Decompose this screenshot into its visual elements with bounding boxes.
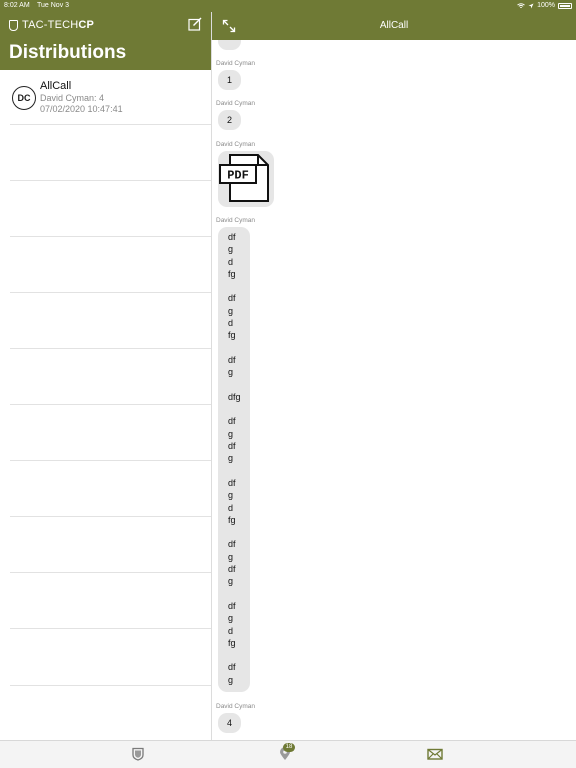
empty-row: [10, 517, 211, 573]
message-line: g: [228, 551, 234, 562]
message-bubble: df g d fg df g d fg df g dfg df g df g df g d fg df g df g df g d…: [218, 227, 250, 692]
message-line: df: [228, 477, 236, 488]
message-line: [228, 465, 250, 477]
message-sender: David Cyman: [216, 217, 256, 224]
conversation-list[interactable]: DC AllCall David Cyman: 4 07/02/2020 10:…: [0, 70, 211, 740]
empty-row: [10, 125, 211, 181]
message-line: g: [228, 305, 234, 316]
message-line: [228, 588, 250, 600]
message-line: d: [228, 256, 234, 267]
message-line: df: [228, 416, 236, 427]
empty-row: [10, 461, 211, 517]
message-line: d: [228, 318, 234, 329]
brand-suffix: CP: [78, 19, 95, 31]
battery-icon: [558, 2, 572, 9]
message-line: d: [228, 502, 234, 513]
message-line: fg: [228, 514, 236, 525]
message-line: [228, 649, 250, 661]
message-sender: David Cyman: [216, 703, 256, 710]
message-line: df: [228, 232, 236, 242]
message-sender: David Cyman: [216, 100, 256, 107]
brand-logo: TAC-TECHCP: [9, 19, 94, 31]
pdf-file-icon: PDF: [219, 154, 269, 202]
wifi-icon: [517, 2, 525, 8]
conversation-preview: David Cyman: 4: [40, 93, 105, 103]
envelope-icon[interactable]: [427, 747, 443, 761]
conversation-item[interactable]: DC AllCall David Cyman: 4 07/02/2020 10:…: [10, 70, 211, 125]
compose-icon[interactable]: [188, 17, 202, 31]
message-line: df: [228, 600, 236, 611]
notification-badge: 18: [283, 743, 295, 752]
message-line: df: [228, 441, 236, 452]
status-right: 100%: [517, 2, 572, 9]
message-line: g: [228, 576, 234, 587]
empty-row: [10, 629, 211, 686]
status-date: Tue Nov 3: [37, 2, 70, 9]
sidebar-header: TAC-TECHCP Distributions: [0, 12, 211, 70]
location-arrow-icon: [528, 3, 534, 8]
message-line: g: [228, 453, 234, 464]
status-bar: 8:02 AM Tue Nov 3 100%: [0, 0, 576, 12]
message-line: df: [228, 293, 236, 304]
message-line: dfg: [228, 391, 241, 402]
message-thread[interactable]: 4 David Cyman 1 David Cyman 2 David Cyma…: [212, 40, 576, 740]
shield-logo-icon: [9, 19, 18, 31]
conversation-timestamp: 07/02/2020 10:47:41: [40, 104, 123, 114]
empty-row: [10, 573, 211, 629]
chat-header: AllCall: [212, 12, 576, 40]
message-line: g: [228, 674, 234, 685]
pdf-attachment[interactable]: PDF: [218, 151, 274, 207]
message-line: [228, 403, 250, 415]
chat-title: AllCall: [379, 20, 409, 31]
message-bubble: 1: [218, 70, 241, 90]
empty-row: [10, 405, 211, 461]
message-line: d: [228, 625, 234, 636]
message-line: fg: [228, 268, 236, 279]
message-bubble: 2: [218, 110, 241, 130]
message-line: [228, 526, 250, 538]
message-line: df: [228, 354, 236, 365]
battery-percent: 100%: [537, 2, 555, 9]
message-sender: David Cyman: [216, 141, 256, 148]
message-line: g: [228, 244, 234, 255]
message-line: [228, 280, 250, 292]
brand-prefix: TAC-TECH: [22, 19, 79, 31]
shield-icon[interactable]: [131, 747, 145, 761]
message-line: df: [228, 564, 236, 575]
message-sender: David Cyman: [216, 60, 256, 67]
empty-row: [10, 293, 211, 349]
empty-row: [10, 237, 211, 293]
pdf-label: PDF: [227, 169, 249, 183]
tab-bar: 18: [0, 740, 576, 768]
message-line: fg: [228, 637, 236, 648]
empty-row: [10, 349, 211, 405]
conversation-name: AllCall: [40, 80, 72, 92]
avatar: DC: [12, 86, 36, 110]
empty-row: [10, 181, 211, 237]
message-line: fg: [228, 330, 236, 341]
message-bubble: 4: [218, 40, 241, 50]
message-line: g: [228, 490, 234, 501]
message-line: [228, 342, 250, 354]
sidebar-title: Distributions: [9, 42, 127, 63]
message-line: df: [228, 662, 236, 673]
status-time: 8:02 AM: [4, 2, 30, 9]
message-line: df: [228, 539, 236, 550]
message-line: g: [228, 367, 234, 378]
message-line: [228, 379, 250, 391]
message-bubble: 4: [218, 713, 241, 733]
message-line: g: [228, 613, 234, 624]
message-line: g: [228, 428, 234, 439]
